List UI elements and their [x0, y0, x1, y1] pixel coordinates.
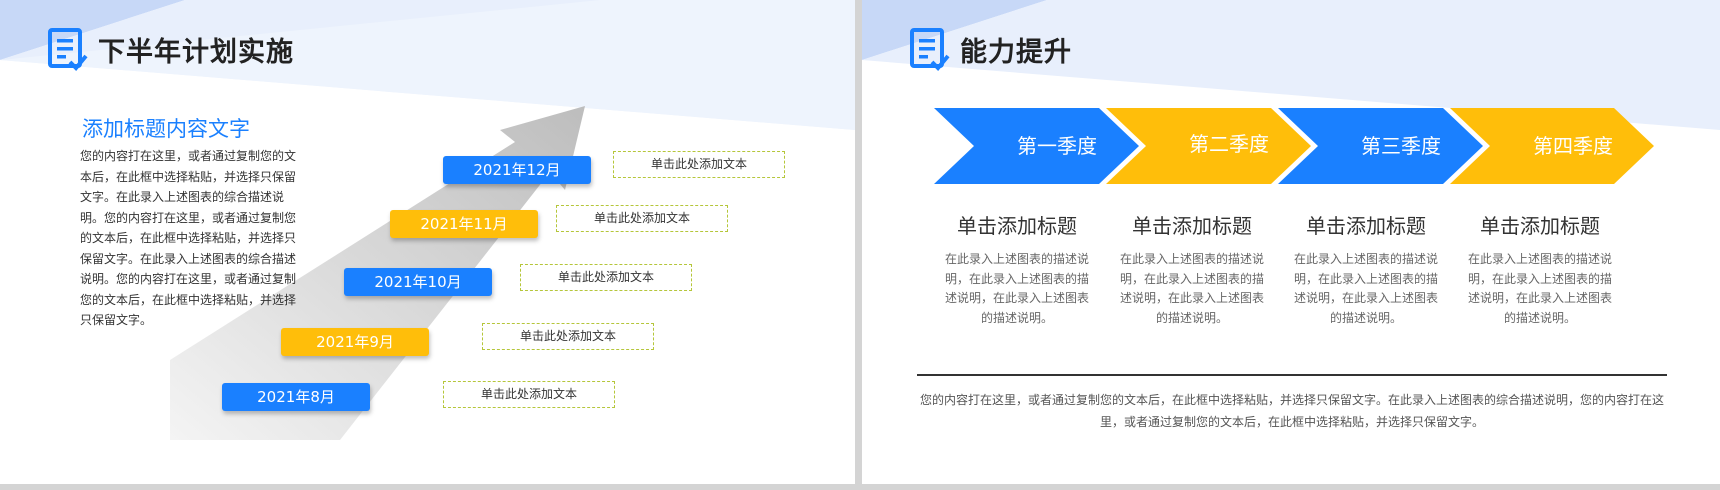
slide-half-year-plan: 下半年计划实施 添加标题内容文字 您的内容打在这里，或者通过复制您的文本后，在此… — [0, 0, 855, 484]
page-title: 能力提升 — [960, 37, 1072, 68]
milestone-tag-nov[interactable]: 2021年11月 — [390, 210, 538, 238]
quarter-heading-q3[interactable]: 单击添加标题 — [1286, 210, 1446, 239]
milestone-note-nov[interactable]: 单击此处添加文本 — [556, 205, 728, 232]
quarter-heading-q1[interactable]: 单击添加标题 — [937, 210, 1097, 239]
quarter-heading-q2[interactable]: 单击添加标题 — [1112, 210, 1272, 239]
milestone-tag-oct[interactable]: 2021年10月 — [344, 268, 492, 296]
milestone-note-oct[interactable]: 单击此处添加文本 — [520, 264, 692, 291]
document-list-icon — [48, 28, 88, 71]
chevron-label-q3[interactable]: 第三季度 — [1336, 130, 1466, 159]
section-divider — [917, 374, 1667, 376]
chevron-label-q4[interactable]: 第四季度 — [1508, 130, 1638, 159]
slide-capability-improvement: 能力提升 第一季度 第二季度 第三季度 第四季度 单击添加标题 在此录入上述图表… — [862, 0, 1720, 484]
milestone-note-aug[interactable]: 单击此处添加文本 — [443, 381, 615, 408]
page-title: 下半年计划实施 — [98, 37, 294, 68]
milestone-tag-sep[interactable]: 2021年9月 — [281, 328, 429, 356]
milestone-note-sep[interactable]: 单击此处添加文本 — [482, 323, 654, 350]
milestone-tag-aug[interactable]: 2021年8月 — [222, 383, 370, 411]
quarter-desc-q3[interactable]: 在此录入上述图表的描述说明，在此录入上述图表的描述说明，在此录入上述图表的描述说… — [1291, 250, 1441, 328]
content-body-text[interactable]: 您的内容打在这里，或者通过复制您的文本后，在此框中选择粘贴，并选择只保留文字。在… — [80, 146, 305, 331]
milestone-tag-dec[interactable]: 2021年12月 — [443, 156, 591, 184]
content-sub-heading[interactable]: 添加标题内容文字 — [82, 113, 250, 143]
quarter-desc-q4[interactable]: 在此录入上述图表的描述说明，在此录入上述图表的描述说明，在此录入上述图表的描述说… — [1465, 250, 1615, 328]
quarter-heading-q4[interactable]: 单击添加标题 — [1460, 210, 1620, 239]
chevron-label-q1[interactable]: 第一季度 — [992, 130, 1122, 159]
quarter-desc-q1[interactable]: 在此录入上述图表的描述说明，在此录入上述图表的描述说明，在此录入上述图表的描述说… — [942, 250, 1092, 328]
quarter-desc-q2[interactable]: 在此录入上述图表的描述说明，在此录入上述图表的描述说明，在此录入上述图表的描述说… — [1117, 250, 1267, 328]
document-list-icon — [910, 28, 950, 71]
chevron-label-q2[interactable]: 第二季度 — [1164, 128, 1294, 157]
milestone-note-dec[interactable]: 单击此处添加文本 — [613, 151, 785, 178]
footer-description[interactable]: 您的内容打在这里，或者通过复制您的文本后，在此框中选择粘贴，并选择只保留文字。在… — [917, 389, 1667, 433]
